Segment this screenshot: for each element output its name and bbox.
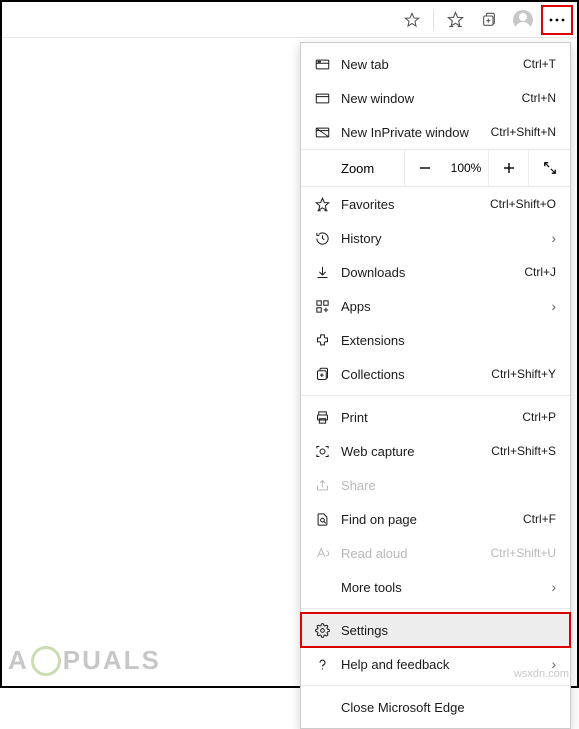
label: Favorites: [341, 197, 490, 212]
zoom-out-button[interactable]: [404, 149, 444, 187]
chevron-right-icon: ›: [538, 230, 556, 246]
collections-button[interactable]: [473, 5, 505, 35]
more-options-menu: New tab Ctrl+T New window Ctrl+N New InP…: [300, 42, 571, 729]
collections-icon: [481, 12, 497, 28]
collections-icon: [315, 367, 341, 382]
extensions-icon: [315, 333, 341, 348]
fullscreen-button[interactable]: [528, 149, 570, 187]
chevron-right-icon: ›: [538, 298, 556, 314]
minus-icon: [419, 162, 431, 174]
label: Find on page: [341, 512, 523, 527]
ellipsis-icon: [549, 18, 565, 22]
fullscreen-icon: [543, 161, 557, 175]
shortcut: Ctrl+F: [523, 512, 556, 526]
menu-item-favorites[interactable]: Favorites Ctrl+Shift+O: [301, 187, 570, 221]
source-domain-watermark: wsxdn.com: [514, 668, 569, 680]
zoom-row: Zoom 100%: [301, 149, 570, 187]
history-icon: [315, 231, 341, 246]
label: Downloads: [341, 265, 524, 280]
menu-item-new-window[interactable]: New window Ctrl+N: [301, 81, 570, 115]
label: Help and feedback: [341, 657, 538, 672]
share-icon: [315, 478, 341, 493]
label: History: [341, 231, 538, 246]
label: Read aloud: [341, 546, 491, 561]
shortcut: Ctrl+Shift+O: [490, 197, 556, 211]
menu-item-downloads[interactable]: Downloads Ctrl+J: [301, 255, 570, 289]
menu-item-apps[interactable]: Apps ›: [301, 289, 570, 323]
label: Collections: [341, 367, 491, 382]
more-options-button[interactable]: [541, 5, 573, 35]
profile-avatar-icon: [513, 10, 533, 30]
menu-item-read-aloud: Read aloud Ctrl+Shift+U: [301, 536, 570, 570]
menu-item-print[interactable]: Print Ctrl+P: [301, 400, 570, 434]
inprivate-icon: [315, 126, 341, 139]
shortcut: Ctrl+T: [523, 57, 556, 71]
shortcut: Ctrl+P: [522, 410, 556, 424]
label: Web capture: [341, 444, 491, 459]
shortcut: Ctrl+J: [524, 265, 556, 279]
label: More tools: [341, 580, 538, 595]
shortcut: Ctrl+Shift+N: [491, 125, 556, 139]
menu-item-share: Share: [301, 468, 570, 502]
label: New window: [341, 91, 522, 106]
label: Apps: [341, 299, 538, 314]
favorites-button[interactable]: [439, 5, 471, 35]
read-aloud-icon: [315, 546, 341, 561]
menu-item-collections[interactable]: Collections Ctrl+Shift+Y: [301, 357, 570, 391]
star-icon: [404, 12, 420, 28]
help-icon: [315, 657, 341, 672]
menu-item-close-edge[interactable]: Close Microsoft Edge: [301, 690, 570, 724]
favorite-this-page-button[interactable]: [396, 5, 428, 35]
downloads-icon: [315, 265, 341, 280]
web-capture-icon: [315, 444, 341, 459]
menu-divider: [301, 395, 570, 396]
label: New InPrivate window: [341, 125, 491, 140]
menu-item-new-inprivate-window[interactable]: New InPrivate window Ctrl+Shift+N: [301, 115, 570, 149]
appuals-watermark: A PUALS: [8, 645, 161, 676]
print-icon: [315, 410, 341, 425]
chevron-right-icon: ›: [538, 579, 556, 595]
zoom-label: Zoom: [301, 161, 404, 176]
label: Print: [341, 410, 522, 425]
menu-item-find-on-page[interactable]: Find on page Ctrl+F: [301, 502, 570, 536]
shortcut: Ctrl+Shift+S: [491, 444, 556, 458]
shortcut: Ctrl+N: [522, 91, 556, 105]
zoom-in-button[interactable]: [488, 149, 528, 187]
favorites-star-lines-icon: [447, 11, 464, 28]
menu-item-more-tools[interactable]: More tools ›: [301, 570, 570, 604]
zoom-value: 100%: [444, 161, 488, 175]
menu-item-history[interactable]: History ›: [301, 221, 570, 255]
menu-divider: [301, 608, 570, 609]
toolbar-separator: [433, 10, 434, 30]
plus-icon: [503, 162, 515, 174]
label: Close Microsoft Edge: [341, 700, 556, 715]
settings-icon: [315, 623, 341, 638]
shortcut: Ctrl+Shift+Y: [491, 367, 556, 381]
apps-icon: [315, 299, 341, 314]
menu-item-settings[interactable]: Settings: [301, 613, 570, 647]
appuals-logo-icon: [31, 646, 61, 676]
shortcut: Ctrl+Shift+U: [491, 546, 556, 560]
new-window-icon: [315, 92, 341, 105]
label: Extensions: [341, 333, 556, 348]
label: New tab: [341, 57, 523, 72]
toolbar: [2, 2, 577, 38]
menu-divider: [301, 685, 570, 686]
label: Settings: [341, 623, 556, 638]
profile-button[interactable]: [507, 5, 539, 35]
menu-item-extensions[interactable]: Extensions: [301, 323, 570, 357]
favorites-icon: [315, 197, 341, 212]
menu-item-web-capture[interactable]: Web capture Ctrl+Shift+S: [301, 434, 570, 468]
menu-item-new-tab[interactable]: New tab Ctrl+T: [301, 47, 570, 81]
new-tab-icon: [315, 58, 341, 71]
label: Share: [341, 478, 556, 493]
find-icon: [315, 512, 341, 527]
